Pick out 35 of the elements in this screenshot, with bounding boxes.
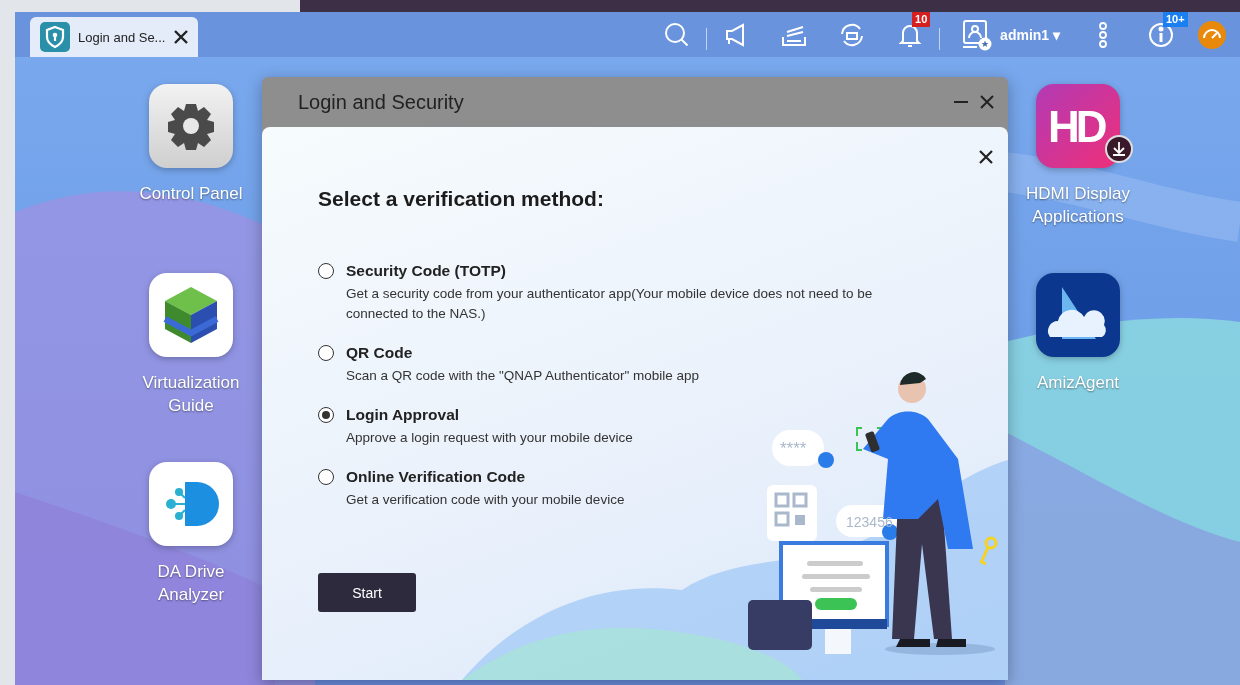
- shield-icon: [40, 22, 70, 52]
- option-description: Scan a QR code with the "QNAP Authenticator" mobile app: [346, 367, 700, 385]
- dashboard-icon[interactable]: [1197, 19, 1227, 50]
- radio-button[interactable]: [318, 469, 334, 485]
- radio-button[interactable]: [318, 345, 334, 361]
- app-label[interactable]: HDMI Display Applications: [1013, 182, 1143, 228]
- dialog-heading: Select a verification method:: [318, 187, 605, 211]
- option-title[interactable]: Online Verification Code: [346, 467, 526, 487]
- option-description: Approve a login request with your mobile device: [346, 429, 633, 447]
- notification-badge: 10: [912, 12, 931, 27]
- update-badge: 10+: [1163, 12, 1188, 27]
- app-tab[interactable]: Login and Se...: [30, 17, 198, 57]
- download-icon: [1104, 134, 1134, 164]
- cloud-app-icon[interactable]: [1036, 273, 1120, 357]
- app-label[interactable]: Virtualization Guide: [126, 371, 256, 417]
- user-menu[interactable]: admin1 ▾: [1000, 26, 1060, 43]
- password-bubble-text: ****: [780, 439, 807, 458]
- gear-app-icon[interactable]: [149, 84, 233, 168]
- start-button[interactable]: Start: [318, 573, 416, 612]
- close-icon[interactable]: [978, 149, 994, 165]
- app-icon[interactable]: HD: [1036, 84, 1120, 168]
- option-title[interactable]: Login Approval: [346, 405, 460, 425]
- app-label[interactable]: Control Panel: [139, 182, 243, 205]
- radio-button[interactable]: [318, 263, 334, 279]
- option-description: Get a security code from your authenticator app(Your mobile device does not need to be connected to the NAS.): [346, 285, 874, 323]
- code-bubble-text: 123456: [846, 514, 893, 530]
- radio-button[interactable]: [318, 407, 334, 423]
- option-title[interactable]: QR Code: [346, 343, 413, 363]
- cube-app-icon[interactable]: [149, 273, 233, 357]
- close-icon[interactable]: [173, 29, 190, 45]
- option-title[interactable]: Security Code (TOTP): [346, 261, 506, 281]
- drive-app-icon[interactable]: [149, 462, 233, 546]
- window-title: Login and Security: [298, 90, 465, 114]
- option-description: Get a verification code with your mobile device: [346, 491, 625, 509]
- app-label[interactable]: DA Drive Analyzer: [126, 560, 256, 606]
